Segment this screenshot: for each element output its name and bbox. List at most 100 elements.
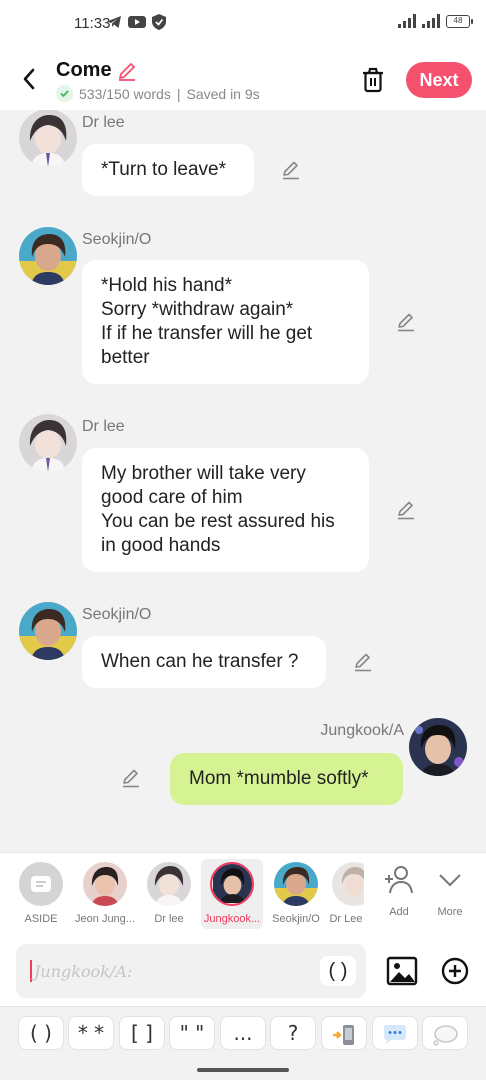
status-left-icons (106, 14, 166, 30)
system-nav-bar (0, 1058, 486, 1080)
delete-button[interactable] (358, 64, 388, 96)
check-icon (56, 85, 73, 102)
character-jungkook[interactable]: Jungkook... (201, 859, 263, 929)
insert-parentheses-button[interactable]: ( ) (320, 956, 356, 986)
avatar-jungkook[interactable] (409, 718, 467, 776)
chevron-down-icon (439, 874, 461, 887)
add-person-icon (385, 866, 413, 894)
signal-icon (398, 14, 416, 28)
format-asterisks-button[interactable]: * * (68, 1016, 114, 1050)
battery-icon: 48 (446, 14, 473, 28)
message-line: If if he transfer will he get (101, 323, 313, 344)
message-input[interactable]: Jungkook/A: ( ) (16, 944, 366, 998)
speaker-name: Jungkook/A (320, 722, 404, 739)
save-status-row: 533/150 words | Saved in 9s (56, 85, 260, 102)
character-selector: ASIDE Jeon Jung... Dr lee Jungkook... Se… (0, 852, 486, 934)
edit-message-icon[interactable] (280, 159, 302, 181)
character-label: Dr lee (154, 913, 184, 925)
character-label: Jungkook... (203, 913, 261, 925)
message-bubble[interactable]: *Turn to leave* (82, 144, 254, 196)
chat-area: Dr lee *Turn to leave* Seokjin/O *Hold h… (0, 110, 486, 852)
edit-message-icon[interactable] (395, 499, 417, 521)
character-seokjin[interactable]: Seokjin/O (265, 859, 327, 929)
character-aside[interactable]: ASIDE (10, 859, 72, 929)
format-quotes-button[interactable]: " " (169, 1016, 215, 1050)
chevron-left-icon (23, 68, 35, 90)
message-line: good care of him (101, 487, 243, 508)
message-line: When can he transfer ? (101, 651, 299, 672)
format-ellipsis-button[interactable]: ... (220, 1016, 266, 1050)
thought-bubble-icon (433, 1024, 458, 1046)
message-line: *Turn to leave* (101, 159, 226, 180)
home-indicator[interactable] (197, 1068, 289, 1072)
character-avatar (210, 862, 254, 906)
speaker-name: Dr lee (82, 418, 125, 435)
format-question-button[interactable]: ? (270, 1016, 316, 1050)
format-toolbar: ( ) * * [ ] " " ... ? (0, 1006, 486, 1058)
character-dr-lee[interactable]: Dr lee (138, 859, 200, 929)
text-cursor (30, 960, 32, 982)
avatar-seokjin[interactable] (19, 227, 77, 285)
message-line: Sorry *withdraw again* (101, 299, 294, 320)
speaker-name: Seokjin/O (82, 231, 152, 248)
status-bar: 11:33 48 (0, 0, 486, 50)
character-label: Dr Lee (329, 913, 363, 925)
telegram-icon (107, 16, 121, 28)
edit-message-icon[interactable] (395, 311, 417, 333)
more-label: More (437, 906, 463, 918)
message-bubble[interactable]: Mom *mumble softly* (170, 753, 403, 805)
add-icon[interactable] (440, 956, 470, 986)
avatar-seokjin[interactable] (19, 602, 77, 660)
next-button[interactable]: Next (406, 62, 472, 98)
trash-icon (363, 67, 383, 93)
message-line: Mom *mumble softly* (189, 768, 369, 789)
character-dr-lee-2[interactable]: Dr Lee (328, 859, 364, 929)
character-label: Seokjin/O (272, 913, 320, 925)
more-characters-button[interactable]: More (419, 859, 481, 929)
status-right-icons: 48 (398, 14, 473, 28)
character-avatar (147, 862, 191, 906)
thought-bubble-button[interactable] (422, 1016, 468, 1050)
phone-icon (333, 1024, 354, 1045)
avatar-dr-lee[interactable] (19, 110, 77, 167)
message-line: My brother will take very (101, 463, 306, 484)
character-label: ASIDE (24, 913, 58, 925)
image-icon[interactable] (386, 956, 418, 986)
avatar-dr-lee[interactable] (19, 414, 77, 472)
character-avatar (274, 862, 318, 906)
edit-message-icon[interactable] (352, 651, 374, 673)
edit-title-icon[interactable] (116, 60, 138, 82)
story-title[interactable]: Come (56, 59, 112, 82)
phone-call-button[interactable] (321, 1016, 367, 1050)
message-bubble[interactable]: When can he transfer ? (82, 636, 326, 688)
message-bubble[interactable]: My brother will take very good care of h… (82, 448, 369, 572)
status-separator: | (176, 85, 181, 102)
word-count: 533/150 words (79, 85, 171, 102)
character-label: Jeon Jung... (75, 913, 135, 925)
message-line: in good hands (101, 535, 221, 556)
format-brackets-button[interactable]: [ ] (119, 1016, 165, 1050)
aside-avatar (19, 862, 63, 906)
format-parentheses-button[interactable]: ( ) (18, 1016, 64, 1050)
message-line: You can be rest assured his (101, 511, 335, 532)
speaker-name: Dr lee (82, 114, 125, 131)
editor-header: Come 533/150 words | Saved in 9s Next (0, 50, 486, 110)
youtube-icon (128, 16, 146, 28)
speech-bubble-icon (384, 1024, 406, 1044)
input-row: Jungkook/A: ( ) (0, 934, 486, 1006)
character-avatar (83, 862, 127, 906)
back-button[interactable] (14, 64, 44, 94)
shield-icon (152, 14, 166, 30)
message-line: better (101, 347, 150, 368)
message-line: *Hold his hand* (101, 275, 232, 296)
speech-bubble-button[interactable] (372, 1016, 418, 1050)
input-placeholder: Jungkook/A: (34, 962, 133, 981)
message-bubble[interactable]: *Hold his hand* Sorry *withdraw again* I… (82, 260, 369, 384)
saved-status: Saved in 9s (186, 85, 260, 102)
status-time: 11:33 (74, 15, 111, 32)
speaker-name: Seokjin/O (82, 606, 152, 623)
title-row: Come (56, 59, 138, 82)
character-jeon-jungkook[interactable]: Jeon Jung... (74, 859, 136, 929)
edit-message-icon[interactable] (120, 767, 142, 789)
signal-icon (422, 14, 440, 28)
